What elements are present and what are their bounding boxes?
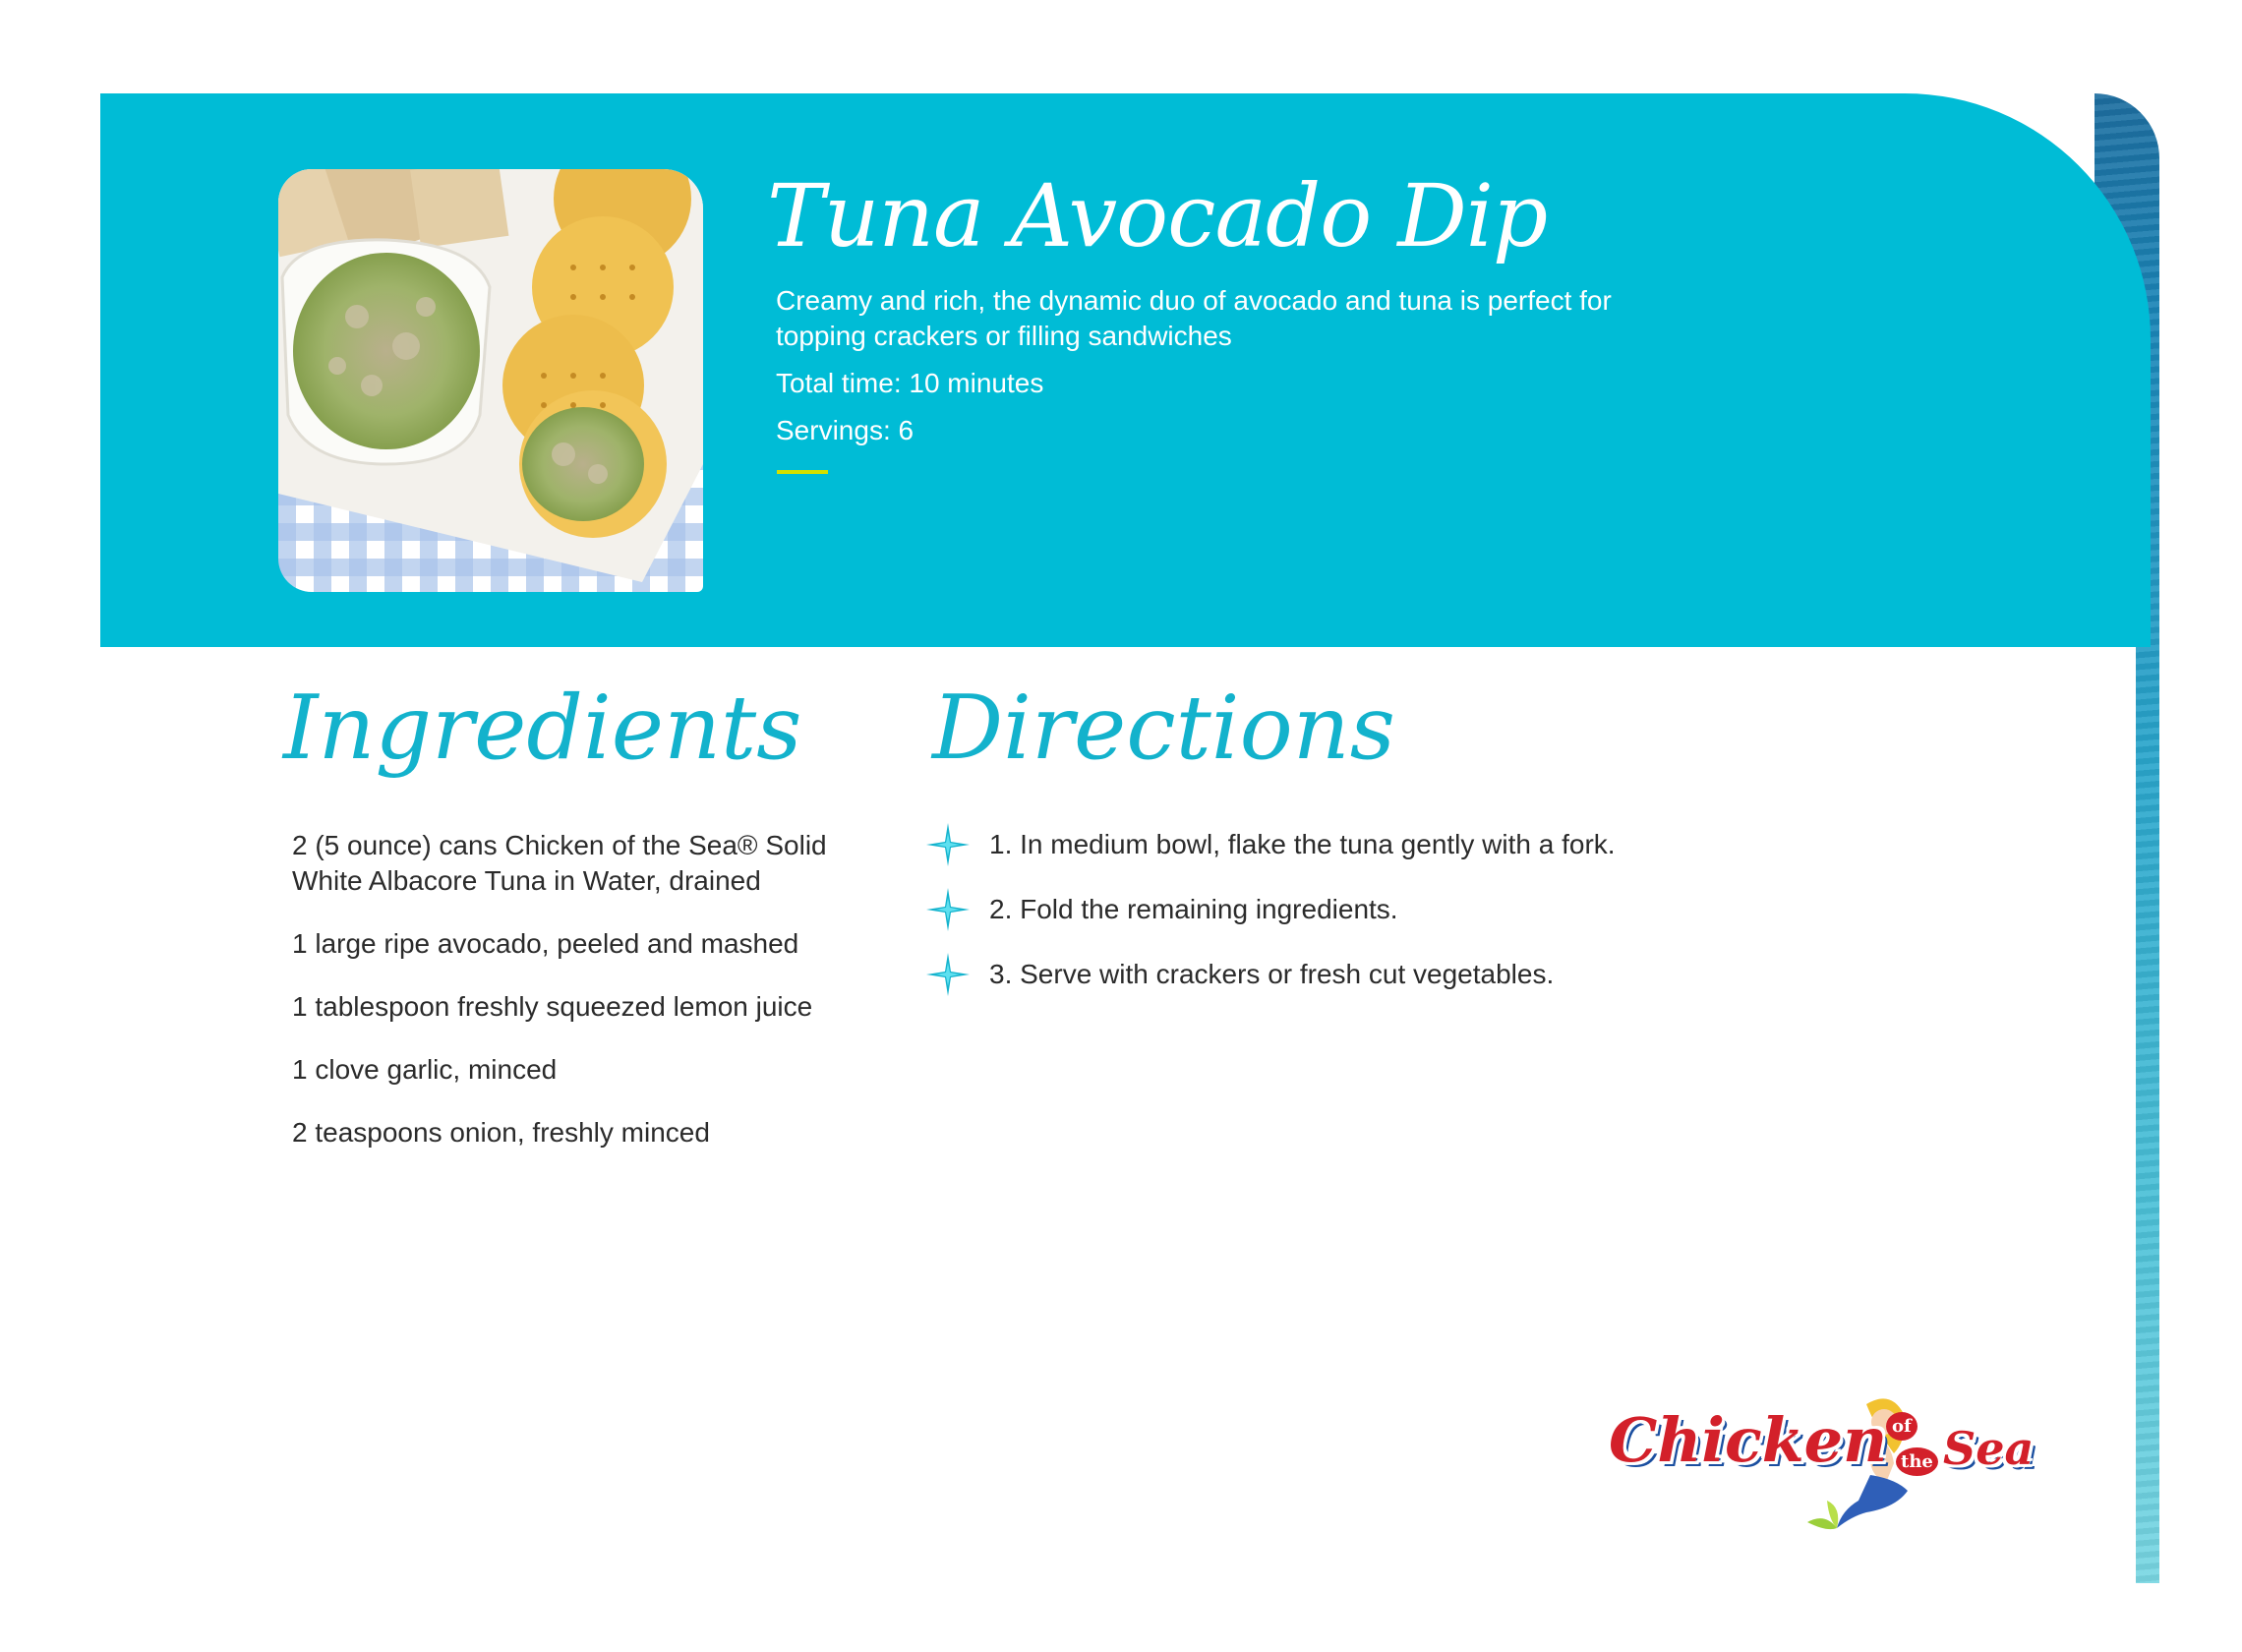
direction-step-text: 3. Serve with crackers or fresh cut vege… (989, 959, 1555, 989)
directions-heading: Directions (932, 677, 1395, 780)
sparkle-star-icon (926, 953, 970, 996)
recipe-total-time: Total time: 10 minutes (776, 368, 1044, 398)
directions-list: 1. In medium bowl, flake the tuna gently… (924, 812, 1809, 1007)
direction-step-text: 1. In medium bowl, flake the tuna gently… (989, 829, 1616, 859)
logo-word-the: the (1896, 1447, 1938, 1476)
logo-word-of: of (1886, 1412, 1918, 1441)
recipe-photo (278, 169, 703, 592)
ingredient-item: 1 large ripe avocado, peeled and mashed (292, 928, 799, 959)
direction-step: 2. Fold the remaining ingredients. (924, 877, 1809, 942)
recipe-servings: Servings: 6 (776, 415, 914, 445)
sparkle-star-icon (926, 888, 970, 931)
ingredient-item: 1 clove garlic, minced (292, 1054, 558, 1085)
accent-divider (777, 470, 828, 474)
logo-word-sea: Sea (1943, 1422, 2035, 1475)
chicken-of-the-sea-logo: Chicken of the Sea (1601, 1385, 2073, 1532)
direction-step: 1. In medium bowl, flake the tuna gently… (924, 812, 1809, 877)
recipe-title: Tuna Avocado Dip (767, 165, 1548, 266)
recipe-description: Creamy and rich, the dynamic duo of avoc… (776, 285, 1612, 351)
ingredients-heading: Ingredients (283, 677, 802, 780)
ingredient-item: 2 (5 ounce) cans Chicken of the Sea® Sol… (292, 830, 827, 896)
direction-step-text: 2. Fold the remaining ingredients. (989, 894, 1398, 924)
direction-step: 3. Serve with crackers or fresh cut vege… (924, 942, 1809, 1007)
ingredient-item: 1 tablespoon freshly squeezed lemon juic… (292, 991, 813, 1022)
ingredients-list: 2 (5 ounce) cans Chicken of the Sea® Sol… (292, 828, 853, 1178)
sparkle-star-icon (926, 823, 970, 866)
ingredient-item: 2 teaspoons onion, freshly minced (292, 1117, 710, 1148)
logo-word-chicken: Chicken (1609, 1404, 1888, 1476)
